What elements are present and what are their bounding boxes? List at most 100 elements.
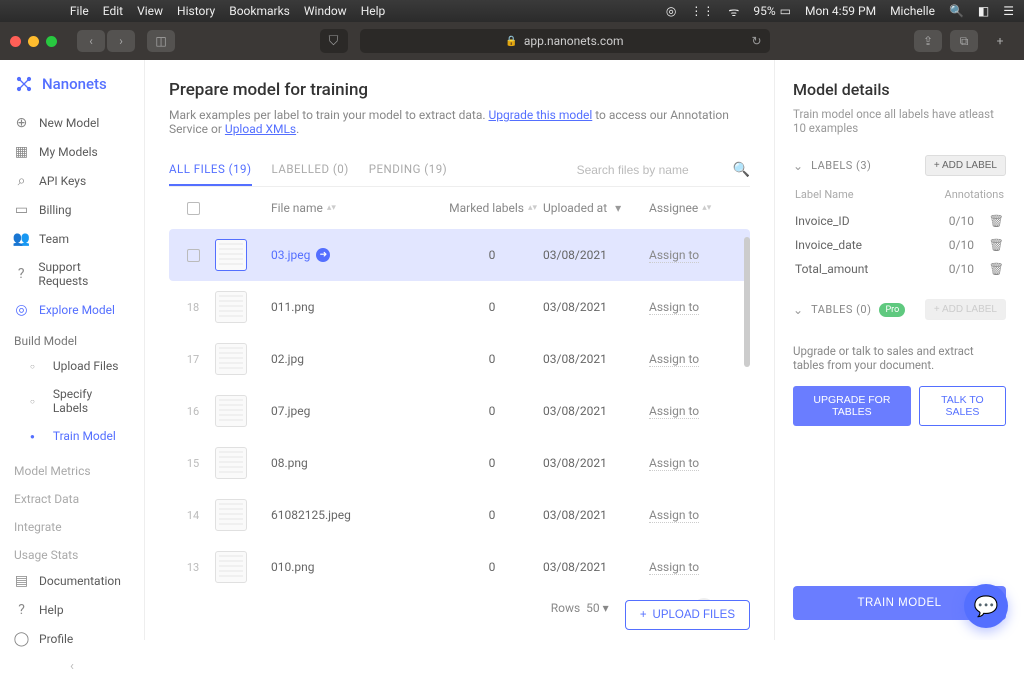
row-checkbox[interactable] — [187, 249, 200, 262]
tab-labelled[interactable]: LABELLED (0) — [272, 154, 349, 186]
menu-file[interactable]: File — [70, 4, 89, 18]
back-button[interactable]: ‹ — [77, 30, 105, 52]
col-filename[interactable]: File name▴▾ — [271, 201, 441, 215]
assign-to-link[interactable]: Assign to — [649, 456, 699, 471]
notification-icon[interactable]: ☰ — [1003, 4, 1014, 18]
nav-train-model[interactable]: Train Model — [0, 422, 144, 450]
file-name[interactable]: 08.png — [271, 456, 441, 470]
upload-files-button[interactable]: +UPLOAD FILES — [625, 600, 750, 630]
control-center-icon[interactable]: ◧ — [978, 4, 989, 18]
talk-to-sales-button[interactable]: TALK TO SALES — [919, 386, 1006, 426]
wifi-icon[interactable]: ⋮⋮ — [690, 4, 714, 18]
privacy-shield-icon[interactable]: ⛉ — [320, 29, 348, 53]
file-thumbnail[interactable] — [215, 551, 247, 583]
file-name[interactable]: 010.png — [271, 560, 441, 574]
file-name[interactable]: 02.jpg — [271, 352, 441, 366]
file-name[interactable]: 03.jpeg ➜ — [271, 248, 441, 262]
nav-billing[interactable]: ▭Billing — [0, 195, 144, 224]
file-thumbnail[interactable] — [215, 499, 247, 531]
file-name[interactable]: 61082125.jpeg — [271, 508, 441, 522]
clock[interactable]: Mon 4:59 PM — [805, 4, 876, 18]
share-button[interactable]: ⇪ — [914, 30, 942, 52]
chevron-down-icon[interactable]: ⌄ — [793, 159, 803, 173]
table-row[interactable]: 1702.jpg003/08/2021Assign to — [169, 333, 750, 385]
nav-specify-labels[interactable]: Specify Labels — [0, 380, 144, 422]
minimize-window[interactable] — [28, 36, 39, 47]
reload-icon[interactable]: ↻ — [751, 34, 761, 48]
address-bar[interactable]: 🔒 app.nanonets.com ↻ — [360, 29, 770, 53]
spotlight-icon[interactable]: 🔍 — [949, 4, 964, 18]
close-window[interactable] — [10, 36, 21, 47]
assign-to-link[interactable]: Assign to — [649, 508, 699, 523]
select-all-checkbox[interactable] — [187, 202, 200, 215]
delete-label-icon[interactable]: 🗑 — [989, 238, 1004, 252]
brand[interactable]: Nanonets — [0, 74, 144, 108]
menu-help[interactable]: Help — [361, 4, 386, 18]
nav-integrate[interactable]: Integrate — [0, 510, 144, 538]
col-assignee[interactable]: Assignee▴▾ — [649, 201, 739, 215]
table-row[interactable]: 1461082125.jpeg003/08/2021Assign to — [169, 489, 750, 541]
collapse-sidebar[interactable]: ‹ — [0, 653, 144, 680]
table-row[interactable]: 1508.png003/08/2021Assign to — [169, 437, 750, 489]
nav-extract-data[interactable]: Extract Data — [0, 482, 144, 510]
menu-history[interactable]: History — [177, 4, 215, 18]
table-row[interactable]: 03.jpeg ➜003/08/2021Assign to🗑 — [169, 229, 750, 281]
tab-pending[interactable]: PENDING (19) — [369, 154, 447, 186]
nav-explore-model[interactable]: ◎Explore Model — [0, 295, 144, 324]
table-row[interactable]: 18011.png003/08/2021Assign to — [169, 281, 750, 333]
search-input[interactable] — [577, 163, 727, 177]
nav-model-metrics[interactable]: Model Metrics — [0, 450, 144, 482]
maximize-window[interactable] — [46, 36, 57, 47]
nav-api-keys[interactable]: ⌕API Keys — [0, 166, 144, 195]
col-uploaded[interactable]: Uploaded at▾ — [543, 201, 643, 215]
file-thumbnail[interactable] — [215, 291, 247, 323]
table-row[interactable]: 1607.jpeg003/08/2021Assign to — [169, 385, 750, 437]
wifi-icon[interactable]: ᯤ — [728, 3, 739, 20]
forward-button[interactable]: › — [107, 30, 135, 52]
assign-to-link[interactable]: Assign to — [649, 248, 699, 263]
nav-upload-files[interactable]: Upload Files — [0, 352, 144, 380]
upgrade-tables-button[interactable]: UPGRADE FOR TABLES — [793, 386, 911, 426]
file-name[interactable]: 011.png — [271, 300, 441, 314]
menu-window[interactable]: Window — [304, 4, 347, 18]
menu-view[interactable]: View — [137, 4, 163, 18]
nav-support[interactable]: ?Support Requests — [0, 253, 144, 295]
tab-all-files[interactable]: ALL FILES (19) — [169, 154, 252, 186]
nav-help[interactable]: ?Help — [0, 595, 144, 624]
nav-build-model[interactable]: Build Model — [0, 324, 144, 352]
menu-edit[interactable]: Edit — [103, 4, 123, 18]
delete-label-icon[interactable]: 🗑 — [989, 214, 1004, 228]
assign-to-link[interactable]: Assign to — [649, 352, 699, 367]
add-label-button[interactable]: + ADD LABEL — [925, 155, 1006, 176]
assign-to-link[interactable]: Assign to — [649, 560, 699, 575]
search-icon[interactable]: 🔍 — [733, 162, 750, 178]
file-thumbnail[interactable] — [215, 343, 247, 375]
table-row[interactable]: 13010.png003/08/2021Assign to — [169, 541, 750, 588]
delete-label-icon[interactable]: 🗑 — [989, 262, 1004, 276]
rows-select[interactable]: 50 ▾ — [586, 601, 609, 615]
assign-to-link[interactable]: Assign to — [649, 300, 699, 315]
chevron-down-icon[interactable]: ⌄ — [793, 303, 803, 317]
battery-status[interactable]: 95% ▭ — [753, 4, 791, 18]
nav-documentation[interactable]: ▤Documentation — [0, 566, 144, 595]
scrollbar[interactable] — [744, 237, 750, 367]
nav-new-model[interactable]: ⊕New Model — [0, 108, 144, 137]
file-thumbnail[interactable] — [215, 447, 247, 479]
col-marked[interactable]: Marked labels▴▾ — [447, 201, 537, 215]
nav-usage-stats[interactable]: Usage Stats — [0, 538, 144, 566]
nav-my-models[interactable]: ▦My Models — [0, 137, 144, 166]
sidebar-toggle[interactable]: ◫ — [147, 30, 175, 52]
file-thumbnail[interactable] — [215, 239, 247, 271]
file-name[interactable]: 07.jpeg — [271, 404, 441, 418]
menu-bookmarks[interactable]: Bookmarks — [229, 4, 290, 18]
nav-profile[interactable]: ◯Profile — [0, 624, 144, 653]
tabs-button[interactable]: ⧉ — [950, 30, 978, 52]
new-tab-button[interactable]: + — [986, 30, 1014, 52]
upload-xmls-link[interactable]: Upload XMLs — [225, 122, 296, 136]
user-name[interactable]: Michelle — [890, 4, 935, 18]
file-thumbnail[interactable] — [215, 395, 247, 427]
intercom-launcher[interactable]: 💬 — [964, 584, 1008, 628]
assign-to-link[interactable]: Assign to — [649, 404, 699, 419]
nav-team[interactable]: 👥Team — [0, 224, 144, 253]
upgrade-link[interactable]: Upgrade this model — [489, 108, 593, 122]
